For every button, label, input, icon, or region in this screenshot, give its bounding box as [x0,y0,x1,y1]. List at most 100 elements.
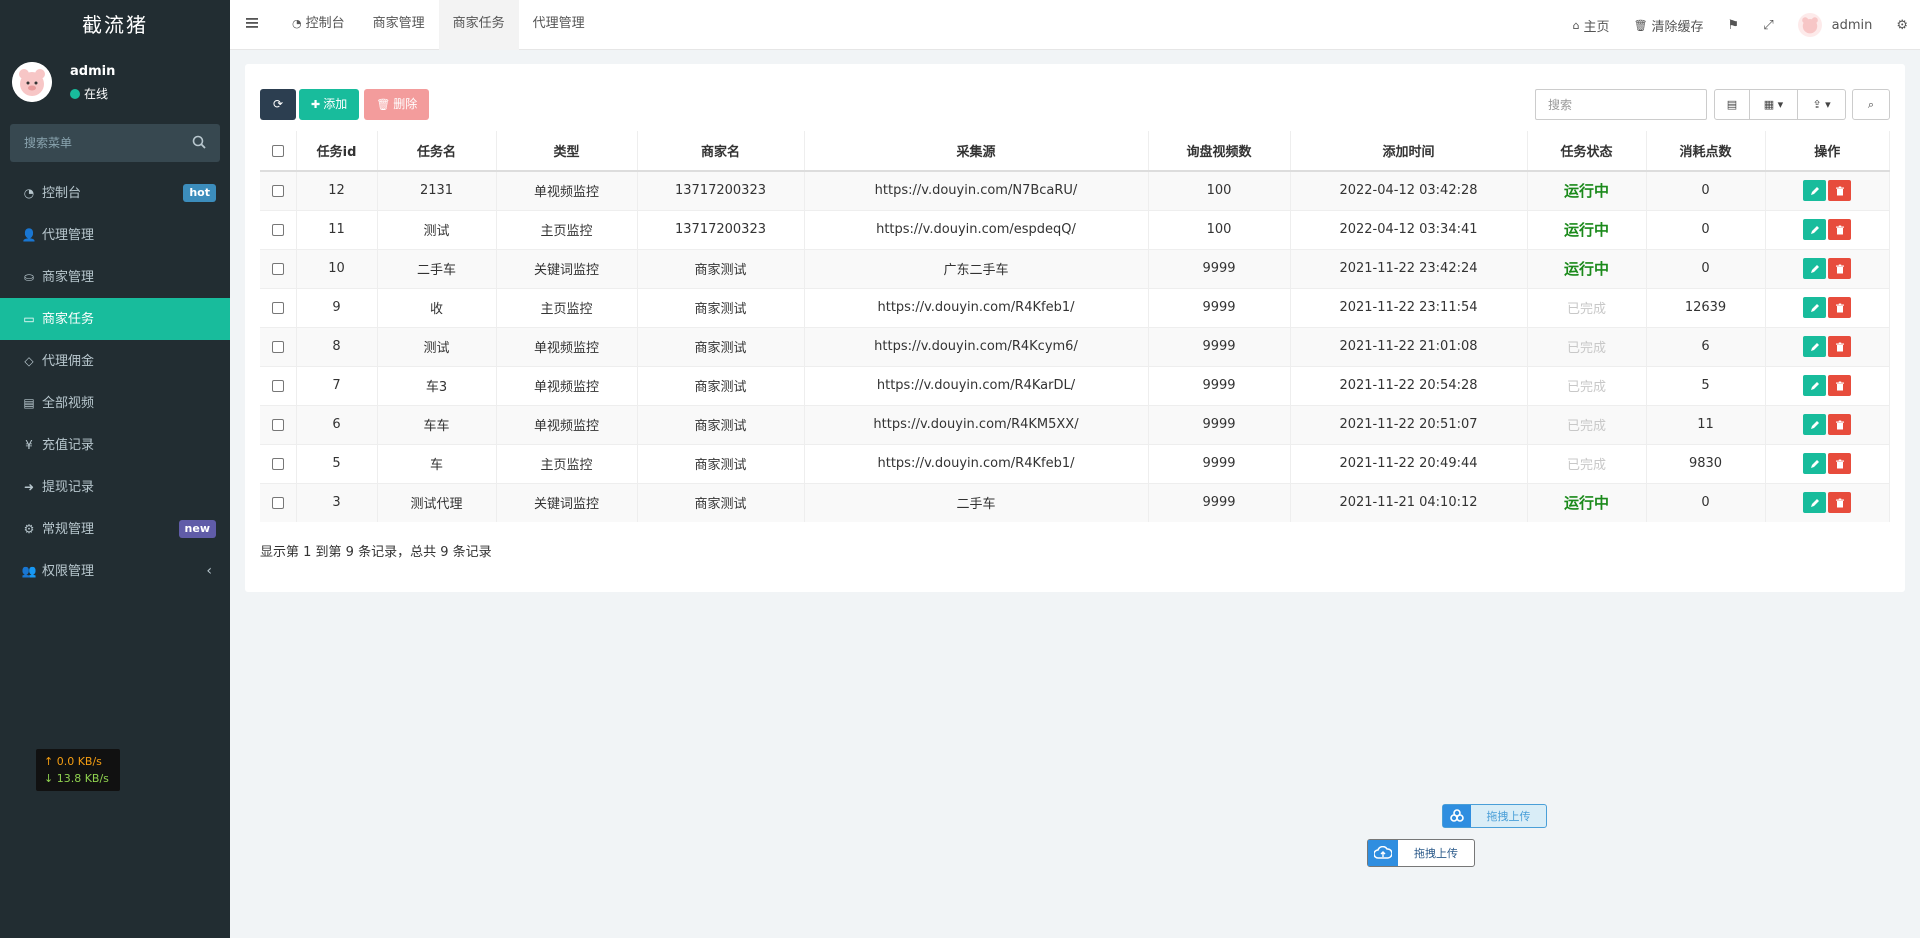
drag-upload-button-baidu[interactable]: 拖拽上传 [1442,804,1547,828]
language-button[interactable]: ⚑ [1716,0,1752,50]
table-row[interactable]: 7 车3 单视频监控 商家测试 https://v.douyin.com/R4KarDL… [260,365,1890,405]
row-checkbox[interactable] [271,496,284,509]
edit-button[interactable] [1803,297,1827,318]
tab-merchant-tasks[interactable]: 商家任务 [438,0,519,50]
row-checkbox[interactable] [271,184,284,197]
tab-dashboard[interactable]: ◔ 控制台 [278,0,359,50]
row-checkbox[interactable] [271,262,284,275]
toggle-view-button[interactable]: ▤ [1714,89,1750,120]
sidebar-item-merchant-tasks[interactable]: ▭ 商家任务 [0,298,230,340]
sidebar-item-agents[interactable]: 👤 代理管理 [0,214,230,256]
table-row[interactable]: 5 车主页监控 商家测试 https://v.douyin.com/R4Kfeb1/9… [260,443,1890,483]
delete-row-button[interactable] [1828,258,1852,279]
delete-row-button[interactable] [1828,375,1852,396]
cell-name: 车 [377,443,497,483]
delete-button[interactable]: 🗑 删除 [364,89,430,120]
row-checkbox[interactable] [271,457,284,470]
sidebar-item-general[interactable]: ⚙ 常规管理 new [0,508,230,550]
pencil-icon [1810,459,1819,468]
table-row[interactable]: 6 车车 单视频监控 商家测试 https://v.douyin.com/R4KM5XX… [260,404,1890,444]
table-row[interactable]: 8 测试 单视频监控 商家测试 https://v.douyin.com/R4Kcym6… [260,326,1890,366]
table-search-input[interactable] [1535,89,1707,120]
edit-button[interactable] [1803,453,1827,474]
col-header[interactable]: 任务名 [377,131,497,172]
sidebar-item-commission[interactable]: ◇ 代理佣金 [0,340,230,382]
search-button[interactable]: ⌕ [1852,89,1890,120]
sidebar-search-input[interactable] [10,124,220,162]
edit-button[interactable] [1803,414,1827,435]
sidebar-item-label: 控制台 [42,186,82,201]
edit-button[interactable] [1803,219,1827,240]
edit-button[interactable] [1803,180,1827,202]
col-header[interactable]: 商家名 [637,131,805,172]
delete-row-button[interactable] [1828,180,1852,202]
table-row[interactable]: 11 测试 主页监控 13717200323 https://v.douyin.com/… [260,209,1890,249]
row-checkbox[interactable] [271,223,284,236]
col-header[interactable]: 消耗点数 [1646,131,1766,172]
col-header[interactable]: 采集源 [804,131,1149,172]
pencil-icon [1810,303,1819,312]
columns-button[interactable]: ▦ ▾ [1750,89,1798,120]
sidebar-item-permissions[interactable]: 👥 权限管理 ‹ [0,550,230,592]
cell-count: 9999 [1148,404,1291,444]
sidebar-item-videos[interactable]: ▤ 全部视频 [0,382,230,424]
cell-actions [1765,365,1890,405]
table-row[interactable]: 12 2131 单视频监控 13717200323 https://v.douyin.c… [260,170,1890,210]
edit-button[interactable] [1803,492,1827,514]
export-button[interactable]: ⇪ ▾ [1798,89,1846,120]
table-row[interactable]: 9 收主页监控 商家测试 https://v.douyin.com/R4Kfeb1/9… [260,287,1890,327]
delete-row-button[interactable] [1828,414,1852,435]
tab-agents[interactable]: 代理管理 [519,0,599,50]
col-header[interactable]: 任务id [296,131,378,172]
row-checkbox[interactable] [271,379,284,392]
cell-id: 11 [296,209,378,249]
delete-row-button[interactable] [1828,492,1852,514]
drag-upload-button-cloud[interactable]: 拖拽上传 [1367,839,1475,867]
cell-source: 二手车 [804,482,1149,522]
user-menu[interactable]: admin [1786,0,1885,50]
row-checkbox[interactable] [271,340,284,353]
col-header: 操作 [1765,131,1890,172]
row-select-cell [260,209,297,249]
baidu-cloud-icon [1443,805,1471,827]
status-badge: 运行中 [1563,260,1609,278]
row-checkbox[interactable] [271,418,284,431]
sidebar-item-recharge[interactable]: ¥ 充值记录 [0,424,230,466]
refresh-button[interactable]: ⟳ [260,89,296,120]
sidebar-item-withdraw[interactable]: ➜ 提现记录 [0,466,230,508]
cell-time: 2021-11-22 21:01:08 [1290,326,1528,366]
edit-button[interactable] [1803,375,1827,396]
sidebar-search [10,124,220,162]
col-header[interactable]: 添加时间 [1290,131,1528,172]
search-icon[interactable] [192,135,206,149]
col-header[interactable]: 询盘视频数 [1148,131,1291,172]
tab-merchants[interactable]: 商家管理 [359,0,439,50]
add-button[interactable]: ✚ 添加 [299,89,360,120]
select-all-checkbox[interactable] [271,144,284,157]
delete-row-button[interactable] [1828,297,1852,318]
row-checkbox[interactable] [271,301,284,314]
grid-icon: ▦ ▾ [1763,98,1784,111]
cogs-icon: ⚙ [23,522,35,536]
home-link[interactable]: ⌂ 主页 [1561,0,1622,50]
settings-button[interactable]: ⚙ [1884,0,1920,50]
col-header[interactable]: 任务状态 [1527,131,1647,172]
table-row[interactable]: 10 二手车 关键词监控 商家测试 广东二手车 9999 2021-11-22 23:42:… [260,248,1890,288]
tab-label: 商家任务 [452,16,505,31]
table-row[interactable]: 3 测试代理 关键词监控 商家测试 二手车 9999 2021-11-21 04:10:12… [260,482,1890,522]
fullscreen-button[interactable]: ⤢ [1751,0,1785,50]
app-logo[interactable]: 截流猪 [0,0,230,50]
delete-row-button[interactable] [1828,219,1852,240]
col-header[interactable]: 类型 [496,131,638,172]
edit-button[interactable] [1803,336,1827,357]
cell-type: 单视频监控 [496,365,638,405]
cell-merchant: 商家测试 [637,248,805,288]
sidebar-item-dashboard[interactable]: ◔ 控制台 hot [0,172,230,214]
clear-cache-button[interactable]: 🗑 清除缓存 [1622,0,1716,50]
sidebar-item-merchants[interactable]: ⛀ 商家管理 [0,256,230,298]
delete-row-button[interactable] [1828,336,1852,357]
menu-toggle-icon[interactable] [246,17,258,29]
cell-actions [1765,248,1890,288]
edit-button[interactable] [1803,258,1827,279]
delete-row-button[interactable] [1828,453,1852,474]
